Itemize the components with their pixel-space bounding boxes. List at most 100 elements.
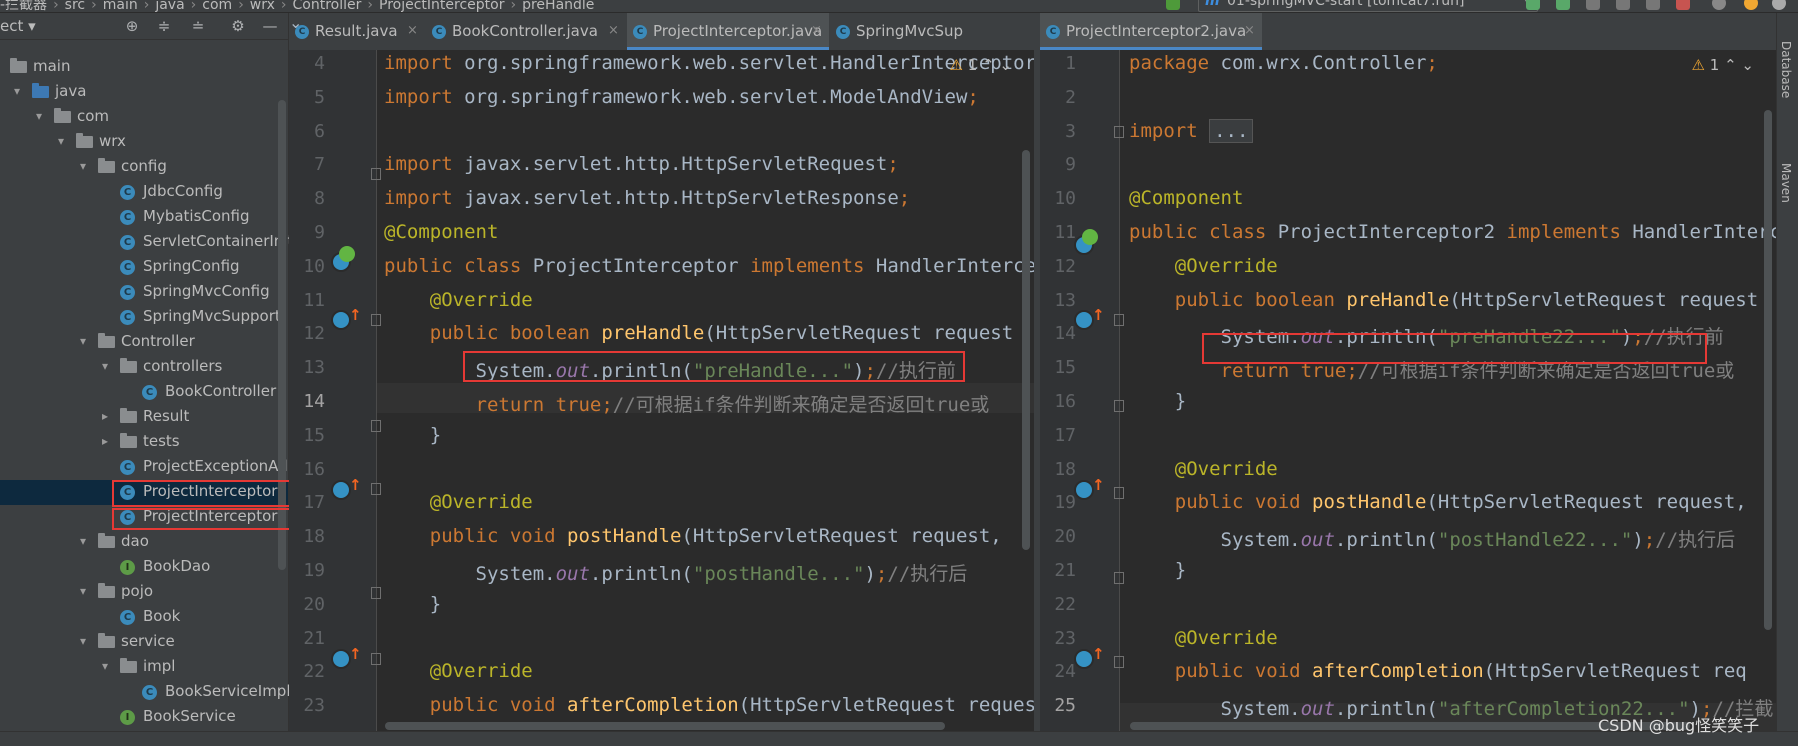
code-line[interactable]: @Override bbox=[1129, 255, 1278, 277]
breadcrumb-item[interactable]: ProjectInterceptor bbox=[379, 0, 504, 12]
project-panel-title[interactable]: ect ▾ bbox=[0, 17, 36, 35]
chevron-down-icon[interactable]: ▾ bbox=[102, 659, 114, 673]
code-line[interactable]: @Component bbox=[1129, 187, 1243, 209]
arrow-up-icon[interactable]: ↑ bbox=[349, 476, 362, 494]
editor-tab[interactable]: C ProjectInterceptor2.java × bbox=[1040, 13, 1262, 50]
chevron-down-icon[interactable]: ▾ bbox=[80, 634, 92, 648]
run-configuration-select[interactable]: m 01-springMVC-start [tomcat7:run] ▾ bbox=[1198, 0, 1538, 12]
tree-item[interactable]: C SpringMvcSupport bbox=[0, 305, 288, 330]
breadcrumb-item[interactable]: -拦截器 bbox=[0, 0, 47, 12]
tree-item[interactable]: C ProjectExceptionAd bbox=[0, 455, 288, 480]
spring-bean-icon[interactable] bbox=[1082, 229, 1098, 245]
chevron-down-icon[interactable]: ▾ bbox=[80, 584, 92, 598]
fold-marker-icon[interactable] bbox=[1114, 656, 1124, 668]
horizontal-scrollbar[interactable] bbox=[385, 722, 945, 730]
fold-marker-icon[interactable] bbox=[371, 653, 381, 665]
tree-item[interactable]: C BookServiceImpl bbox=[0, 680, 291, 705]
code-line[interactable]: public void postHandle(HttpServletReques… bbox=[1129, 491, 1747, 513]
chevron-right-icon[interactable]: ▸ bbox=[102, 434, 114, 448]
vertical-scrollbar[interactable] bbox=[1764, 110, 1772, 630]
code-line[interactable]: System.out.println("postHandle...");//执行… bbox=[384, 559, 968, 586]
fold-marker-icon[interactable] bbox=[1114, 126, 1124, 138]
attach-icon[interactable] bbox=[1646, 0, 1660, 10]
override-method-icon[interactable] bbox=[331, 649, 351, 669]
code-line[interactable]: import org.springframework.web.servlet.M… bbox=[384, 86, 979, 108]
arrow-up-icon[interactable]: ↑ bbox=[349, 306, 362, 324]
chevron-down-icon[interactable]: ▾ bbox=[80, 334, 92, 348]
editor-tab[interactable]: C ProjectInterceptor.java × bbox=[627, 13, 829, 50]
code-line[interactable]: public boolean preHandle(HttpServletRequ… bbox=[1129, 289, 1758, 311]
code-line[interactable]: @Override bbox=[384, 491, 533, 513]
arrow-up-icon[interactable]: ↑ bbox=[1092, 476, 1105, 494]
tree-item[interactable]: ▸ Result bbox=[0, 405, 288, 430]
chevron-down-icon[interactable]: ▾ bbox=[0, 59, 4, 71]
code-line[interactable]: import org.springframework.web.servlet.H… bbox=[384, 52, 1034, 74]
code-line[interactable]: import ... bbox=[1129, 118, 1254, 143]
chevron-down-icon[interactable]: ▾ bbox=[36, 109, 48, 123]
inspection-widget[interactable]: ⚠ 1 ⌃ ⌄ bbox=[1692, 56, 1754, 74]
override-method-icon[interactable] bbox=[1074, 649, 1094, 669]
tree-item[interactable]: C Book bbox=[0, 605, 288, 630]
tree-item[interactable]: C SpringConfig bbox=[0, 255, 288, 280]
tree-item[interactable]: ▸ tests bbox=[0, 430, 288, 455]
fold-marker-icon[interactable] bbox=[1114, 400, 1124, 412]
update-icon[interactable] bbox=[1744, 0, 1758, 10]
editor-tab[interactable]: C BookController.java × bbox=[426, 13, 626, 50]
code-line[interactable]: System.out.println("postHandle22...");//… bbox=[1129, 525, 1736, 552]
code-line[interactable]: @Override bbox=[1129, 458, 1278, 480]
code-line[interactable]: } bbox=[1129, 559, 1186, 581]
tree-item[interactable]: ▾ controllers bbox=[0, 355, 288, 380]
spring-bean-icon[interactable] bbox=[339, 246, 355, 262]
locate-icon[interactable]: ⊕ bbox=[124, 18, 140, 34]
tree-item[interactable]: C ServletContainerInit bbox=[0, 230, 293, 255]
code-line[interactable]: public void afterCompletion(HttpServletR… bbox=[384, 694, 1034, 716]
tree-item[interactable]: ▾ main bbox=[0, 55, 288, 80]
code-line[interactable]: public class ProjectInterceptor implemen… bbox=[384, 255, 1034, 277]
editor-split-divider[interactable] bbox=[1034, 13, 1040, 745]
close-icon[interactable]: × bbox=[1244, 23, 1255, 38]
vertical-scrollbar[interactable] bbox=[1022, 150, 1030, 550]
fold-marker-icon[interactable] bbox=[371, 587, 381, 599]
search-icon[interactable] bbox=[1712, 0, 1726, 10]
tree-item[interactable]: I BookService bbox=[0, 705, 288, 730]
fold-marker-icon[interactable] bbox=[1114, 487, 1124, 499]
maven-tool-button[interactable]: Maven bbox=[1779, 163, 1793, 203]
arrow-up-icon[interactable]: ↑ bbox=[1092, 306, 1105, 324]
override-method-icon[interactable] bbox=[1074, 310, 1094, 330]
code-line[interactable]: } bbox=[1129, 390, 1186, 412]
code-line[interactable]: } bbox=[384, 593, 441, 615]
code-line[interactable]: @Override bbox=[1129, 627, 1278, 649]
stop-icon[interactable] bbox=[1676, 0, 1690, 10]
code-line[interactable]: import javax.servlet.http.HttpServletRes… bbox=[384, 187, 910, 209]
code-line[interactable]: package com.wrx.Controller; bbox=[1129, 52, 1438, 74]
tree-item[interactable]: ▾ wrx bbox=[0, 130, 288, 155]
settings-icon[interactable] bbox=[1772, 0, 1786, 10]
chevron-down-icon[interactable]: ▾ bbox=[58, 134, 70, 148]
breadcrumb-item[interactable]: src bbox=[65, 0, 85, 12]
right-code-editor[interactable]: 1 package com.wrx.Controller; 2 3 import ...… bbox=[1040, 50, 1776, 731]
chevron-down-icon[interactable]: ▾ bbox=[102, 359, 114, 373]
code-line[interactable]: } bbox=[384, 424, 441, 446]
code-line[interactable]: @Component bbox=[384, 221, 498, 243]
tree-item[interactable]: ▾ service bbox=[0, 630, 288, 655]
arrow-up-icon[interactable]: ↑ bbox=[349, 645, 362, 663]
tree-item[interactable]: ▾ java bbox=[0, 80, 288, 105]
code-line[interactable]: public void postHandle(HttpServletReques… bbox=[384, 525, 1002, 547]
code-line[interactable]: public boolean preHandle(HttpServletRequ… bbox=[384, 322, 1013, 344]
left-code-editor[interactable]: 4 import org.springframework.web.servlet.… bbox=[289, 50, 1034, 731]
tree-item[interactable]: C SpringMvcConfig bbox=[0, 280, 288, 305]
fold-marker-icon[interactable] bbox=[371, 168, 381, 180]
override-method-icon[interactable] bbox=[331, 310, 351, 330]
editor-tab[interactable]: C Result.java × bbox=[289, 13, 425, 50]
override-method-icon[interactable] bbox=[1074, 480, 1094, 500]
breadcrumb-item[interactable]: wrx bbox=[250, 0, 275, 12]
chevron-down-icon[interactable]: ⌄ bbox=[999, 56, 1012, 74]
close-icon[interactable]: × bbox=[811, 23, 822, 38]
chevron-down-icon[interactable]: ⌄ bbox=[1741, 56, 1754, 74]
hammer-icon[interactable] bbox=[1166, 0, 1180, 10]
chevron-up-icon[interactable]: ⌃ bbox=[1724, 56, 1741, 74]
breadcrumb-item[interactable]: main bbox=[103, 0, 138, 12]
tree-item[interactable]: ▾ Controller bbox=[0, 330, 288, 355]
override-method-icon[interactable] bbox=[331, 480, 351, 500]
tree-item[interactable]: ▾ com bbox=[0, 105, 288, 130]
